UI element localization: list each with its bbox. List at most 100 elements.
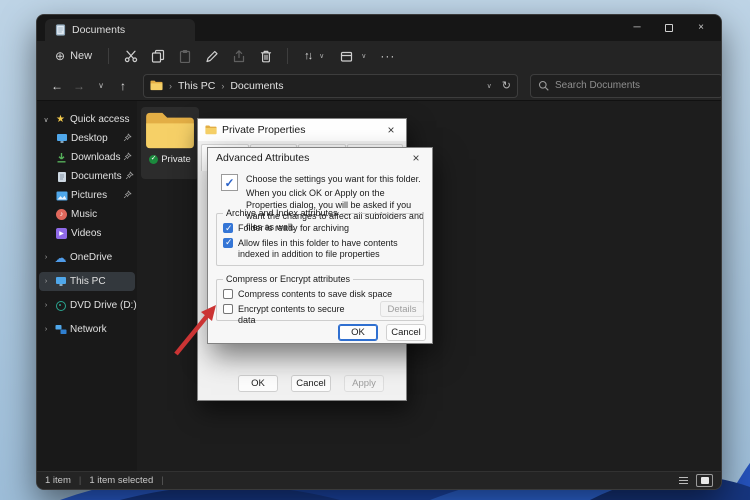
advanced-attributes-dialog: Advanced Attributes × ✓ Choose the setti… bbox=[207, 147, 433, 344]
view-toggles bbox=[675, 474, 713, 487]
up-icon: ↑ bbox=[120, 79, 126, 93]
sidebar-item-pictures[interactable]: Pictures bbox=[37, 186, 137, 205]
sidebar-item-videos[interactable]: ▶ Videos bbox=[37, 224, 137, 243]
sidebar-item-dvd-drive[interactable]: › DVD Drive (D:) ESD-I bbox=[37, 296, 137, 315]
command-toolbar: ⊕ New bbox=[37, 41, 721, 71]
back-button[interactable]: ← bbox=[47, 75, 67, 97]
close-icon[interactable]: × bbox=[383, 123, 399, 137]
new-button-label: New bbox=[70, 50, 92, 62]
sidebar-item-onedrive[interactable]: › ☁ OneDrive bbox=[37, 248, 137, 267]
pin-icon bbox=[125, 171, 134, 180]
details-button[interactable]: Details bbox=[380, 301, 424, 317]
advanced-dialog-titlebar: Advanced Attributes × bbox=[208, 148, 432, 168]
sidebar-item-downloads[interactable]: Downloads bbox=[37, 148, 137, 167]
forward-button[interactable]: → bbox=[69, 75, 89, 97]
chevron-right-icon: › bbox=[41, 302, 51, 309]
close-button[interactable]: × bbox=[685, 15, 717, 41]
toolbar-separator bbox=[108, 48, 109, 64]
tab-bar: Documents ─ × bbox=[37, 15, 721, 41]
cut-icon bbox=[124, 49, 138, 63]
document-icon bbox=[55, 24, 66, 36]
maximize-button[interactable] bbox=[653, 15, 685, 41]
cut-button[interactable] bbox=[117, 44, 144, 68]
pictures-icon bbox=[56, 191, 68, 201]
compress-checkbox-label: Compress contents to save disk space bbox=[238, 289, 392, 300]
folder-icon bbox=[205, 125, 217, 135]
more-options-button[interactable]: ··· bbox=[374, 44, 401, 68]
archive-checkbox[interactable] bbox=[223, 223, 233, 233]
sidebar-item-documents[interactable]: Documents bbox=[37, 167, 137, 186]
sidebar-item-desktop[interactable]: Desktop bbox=[37, 129, 137, 148]
pin-icon bbox=[123, 133, 132, 142]
private-folder-item[interactable]: Private bbox=[141, 107, 199, 179]
breadcrumb-documents[interactable]: Documents bbox=[230, 80, 283, 92]
downloads-icon bbox=[56, 152, 67, 163]
delete-button[interactable] bbox=[252, 44, 279, 68]
window-controls: ─ × bbox=[621, 15, 717, 41]
sidebar-label: Quick access bbox=[70, 114, 129, 125]
properties-apply-button[interactable]: Apply bbox=[344, 375, 384, 392]
view-button[interactable]: ∨ bbox=[332, 44, 374, 68]
encrypt-checkbox[interactable] bbox=[223, 304, 233, 314]
copy-button[interactable] bbox=[144, 44, 171, 68]
item-count: 1 item bbox=[45, 475, 71, 486]
minimize-icon: ─ bbox=[633, 23, 640, 33]
index-checkbox-label: Allow files in this folder to have conte… bbox=[238, 238, 417, 260]
refresh-icon[interactable]: ↻ bbox=[502, 79, 511, 92]
this-pc-icon bbox=[55, 276, 67, 287]
sort-button[interactable]: ↑↓ ∨ bbox=[296, 44, 332, 68]
minimize-button[interactable]: ─ bbox=[621, 15, 653, 41]
rename-icon bbox=[205, 49, 219, 63]
chevron-right-icon: › bbox=[41, 326, 51, 333]
paste-icon bbox=[178, 49, 192, 63]
sidebar-item-network[interactable]: › Network bbox=[37, 320, 137, 339]
advanced-dialog-title: Advanced Attributes bbox=[216, 152, 309, 164]
new-button[interactable]: ⊕ New bbox=[47, 44, 100, 68]
breadcrumb-this-pc[interactable]: This PC bbox=[178, 80, 215, 92]
properties-ok-button[interactable]: OK bbox=[238, 375, 278, 392]
recent-locations-button[interactable]: ∨ bbox=[91, 75, 111, 97]
address-bar[interactable]: › This PC › Documents ∨ ↻ bbox=[143, 74, 518, 98]
large-icons-view-icon bbox=[701, 477, 709, 484]
search-icon bbox=[538, 80, 549, 91]
search-input[interactable] bbox=[555, 80, 715, 91]
onedrive-cloud-icon: ☁ bbox=[55, 251, 67, 265]
archive-index-legend: Archive and Index attributes bbox=[223, 208, 341, 218]
paste-button[interactable] bbox=[171, 44, 198, 68]
advanced-ok-button[interactable]: OK bbox=[338, 324, 378, 341]
sidebar-item-music[interactable]: ♪ Music bbox=[37, 205, 137, 224]
rename-button[interactable] bbox=[198, 44, 225, 68]
up-button[interactable]: ↑ bbox=[113, 75, 133, 97]
plus-circle-icon: ⊕ bbox=[55, 49, 65, 63]
explorer-tab-documents[interactable]: Documents bbox=[45, 19, 195, 41]
index-checkbox[interactable] bbox=[223, 238, 233, 248]
properties-cancel-button[interactable]: Cancel bbox=[291, 375, 331, 392]
chevron-down-icon: ∨ bbox=[98, 81, 104, 90]
address-dropdown-chevron[interactable]: ∨ bbox=[487, 82, 492, 90]
selected-count: 1 item selected bbox=[89, 475, 153, 486]
close-icon: × bbox=[698, 23, 704, 33]
chevron-down-icon: ∨ bbox=[361, 52, 366, 60]
folder-icon bbox=[150, 80, 163, 91]
sidebar-label: Videos bbox=[71, 228, 101, 239]
sidebar-item-this-pc[interactable]: › This PC bbox=[39, 272, 135, 291]
tab-title: Documents bbox=[72, 24, 125, 36]
large-icons-view-button[interactable] bbox=[696, 474, 713, 487]
pin-icon bbox=[123, 190, 132, 199]
compress-checkbox[interactable] bbox=[223, 289, 233, 299]
close-icon[interactable]: × bbox=[408, 151, 424, 165]
share-button[interactable] bbox=[225, 44, 252, 68]
details-view-button[interactable] bbox=[675, 474, 692, 487]
sidebar-label: Documents bbox=[71, 171, 122, 182]
desktop: Documents ─ × ⊕ New bbox=[0, 0, 750, 500]
desktop-icon bbox=[56, 133, 68, 144]
advanced-dialog-buttons: OK Cancel bbox=[338, 324, 426, 341]
advanced-cancel-button[interactable]: Cancel bbox=[386, 324, 426, 341]
sidebar-item-quick-access[interactable]: ∨ ★ Quick access bbox=[37, 110, 137, 129]
intro-line: Choose the settings you want for this fo… bbox=[246, 174, 424, 185]
star-icon: ★ bbox=[56, 114, 65, 125]
chevron-down-icon: ∨ bbox=[41, 116, 51, 124]
view-icon bbox=[340, 50, 353, 63]
sidebar-label: Downloads bbox=[71, 152, 120, 163]
maximize-icon bbox=[665, 24, 673, 32]
